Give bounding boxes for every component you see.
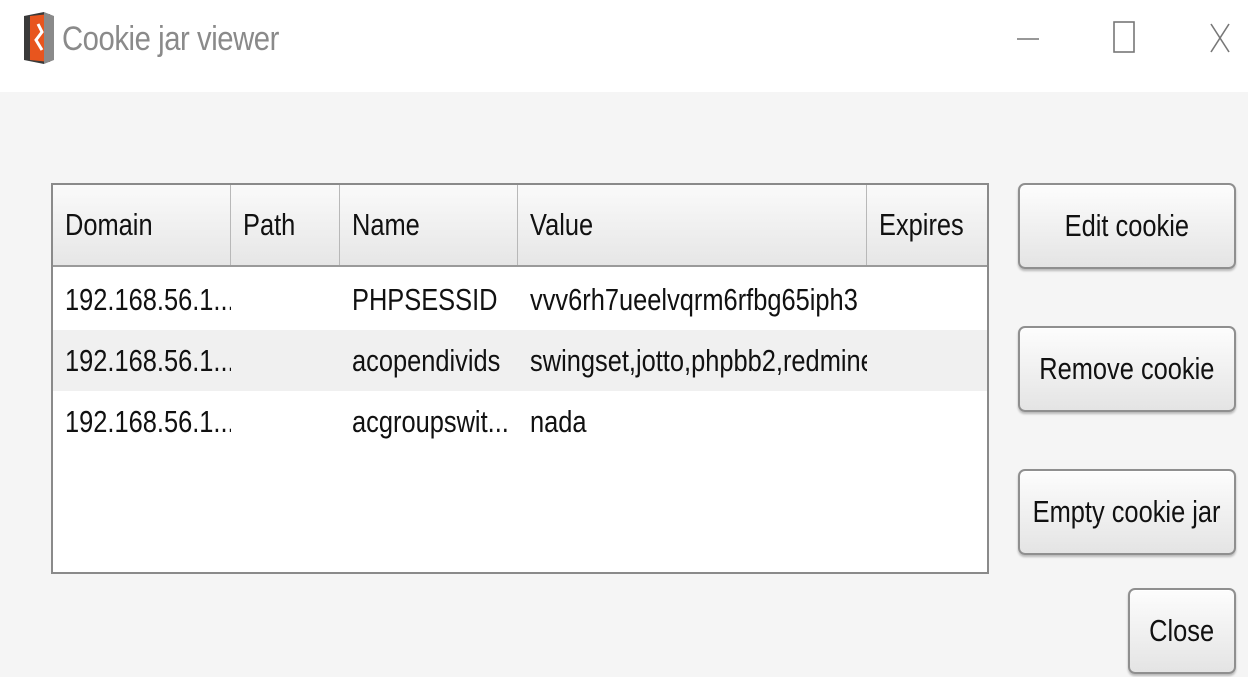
cell-domain: 192.168.56.1...	[65, 281, 231, 317]
column-header-name[interactable]: Name	[340, 185, 518, 265]
table-row[interactable]: 192.168.56.1... acopendivids swingset,jo…	[53, 330, 987, 391]
maximize-icon	[1113, 21, 1135, 53]
edit-cookie-button[interactable]: Edit cookie	[1018, 183, 1236, 269]
close-icon	[1210, 23, 1230, 53]
cell-name: PHPSESSID	[352, 281, 498, 317]
empty-cookie-jar-button[interactable]: Empty cookie jar	[1018, 469, 1236, 555]
cell-expires	[867, 391, 987, 452]
app-logo-icon	[24, 12, 54, 64]
cell-name: acgroupswit...	[352, 403, 509, 439]
cell-domain: 192.168.56.1...	[65, 403, 231, 439]
cell-value: nada	[530, 403, 587, 439]
window-title: Cookie jar viewer	[62, 20, 279, 58]
remove-cookie-button[interactable]: Remove cookie	[1018, 326, 1236, 412]
minimize-icon	[1017, 38, 1039, 40]
column-header-expires[interactable]: Expires	[867, 185, 987, 265]
maximize-button[interactable]	[1100, 14, 1148, 62]
cookie-table[interactable]: Domain Path Name Value Expires 192.168.5…	[51, 183, 989, 574]
cookie-jar-window: Cookie jar viewer Domain Path Name Value	[0, 0, 1248, 677]
table-header: Domain Path Name Value Expires	[53, 185, 987, 267]
minimize-button[interactable]	[1004, 14, 1052, 62]
cell-path	[231, 269, 340, 330]
column-header-value[interactable]: Value	[518, 185, 867, 265]
cell-name: acopendivids	[352, 342, 501, 378]
cell-expires	[867, 269, 987, 330]
cell-expires	[867, 330, 987, 391]
title-bar[interactable]: Cookie jar viewer	[0, 0, 1248, 92]
cell-domain: 192.168.56.1...	[65, 342, 231, 378]
table-row[interactable]: 192.168.56.1... PHPSESSID vvv6rh7ueelvqr…	[53, 269, 987, 330]
cell-path	[231, 330, 340, 391]
cell-path	[231, 391, 340, 452]
cell-value: swingset,jotto,phpbb2,redmine	[530, 342, 867, 378]
table-row[interactable]: 192.168.56.1... acgroupswit... nada	[53, 391, 987, 452]
table-body: 192.168.56.1... PHPSESSID vvv6rh7ueelvqr…	[53, 269, 987, 452]
column-header-path[interactable]: Path	[231, 185, 340, 265]
column-header-domain[interactable]: Domain	[53, 185, 231, 265]
close-button[interactable]: Close	[1128, 588, 1236, 674]
close-window-button[interactable]	[1196, 14, 1244, 62]
cell-value: vvv6rh7ueelvqrm6rfbg65iph3	[530, 281, 858, 317]
